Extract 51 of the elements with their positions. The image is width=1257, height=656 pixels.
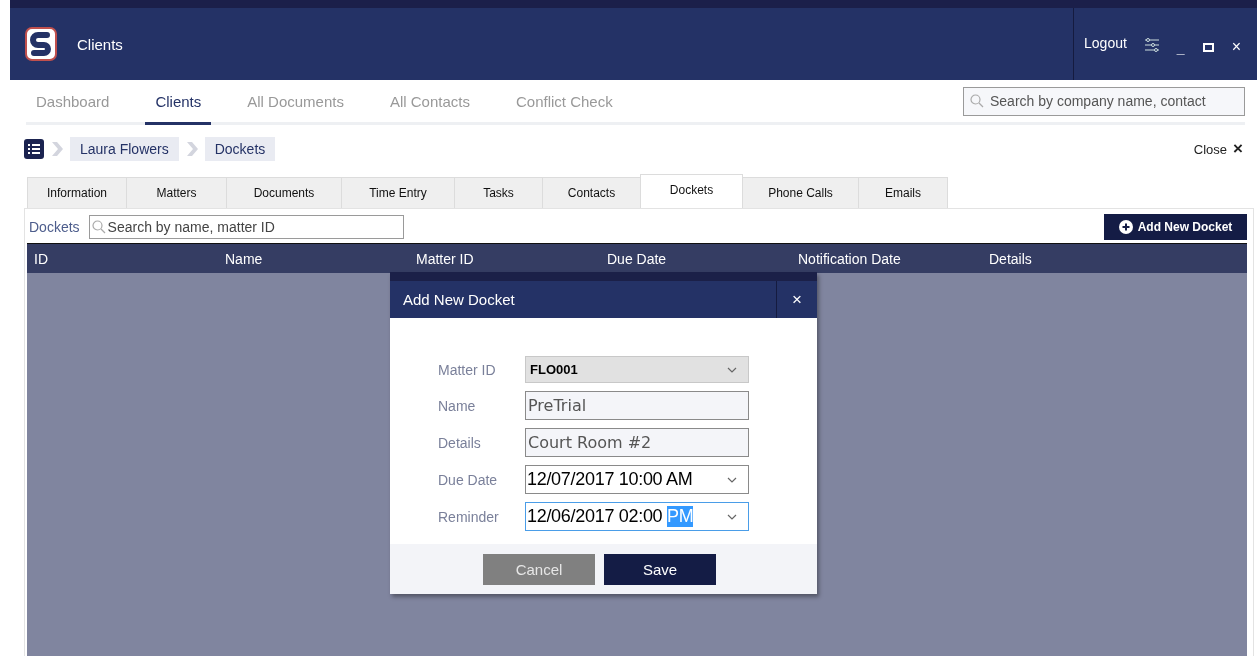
input-field[interactable]: PreTrial [525, 391, 749, 420]
column-header: Due Date [606, 250, 668, 267]
search-icon [970, 94, 984, 108]
date-time-field[interactable]: 12/07/2017 10:00 AM [525, 465, 749, 494]
field-label: Due Date [438, 471, 499, 488]
tab[interactable]: Matters [126, 177, 227, 208]
tab[interactable]: Phone Calls [742, 177, 859, 208]
add-docket-button[interactable]: Add New Docket [1104, 214, 1247, 240]
chevron-icon [51, 142, 63, 156]
tab[interactable]: Documents [226, 177, 342, 208]
chevron-down-icon [727, 366, 737, 373]
chevron-icon [185, 142, 198, 156]
date-time-field[interactable]: 12/06/2017 02:00 PM [525, 502, 749, 531]
maximize-icon[interactable] [1202, 43, 1214, 52]
plus-circle-icon [1118, 220, 1133, 234]
column-header: Notification Date [797, 250, 902, 267]
logo-icon [25, 27, 57, 61]
column-header: Details [988, 250, 1033, 267]
select-field[interactable]: FLO001 [525, 356, 749, 383]
save-button[interactable]: Save [604, 553, 716, 585]
section-label: Dockets [29, 219, 80, 235]
list-menu-icon[interactable] [24, 139, 44, 159]
nav-tab[interactable]: Clients [145, 80, 212, 125]
tab[interactable]: Contacts [542, 177, 641, 208]
input-field[interactable]: Court Room #2 [525, 428, 749, 457]
search-field[interactable]: Search by company name, contact [963, 86, 1245, 116]
close-button[interactable]: Close × [1193, 139, 1243, 159]
close-button[interactable]: × [1231, 38, 1241, 56]
search-field[interactable]: Search by name, matter ID [88, 215, 404, 239]
tab[interactable]: Emails [858, 177, 948, 208]
logout-button[interactable]: Logout [1084, 35, 1127, 51]
chevron-down-icon [727, 513, 737, 520]
column-header: Matter ID [415, 250, 475, 267]
column-header: ID [33, 250, 49, 267]
tab[interactable]: Information [27, 177, 127, 208]
field-label: Reminder [438, 508, 500, 525]
breadcrumb-item[interactable]: Laura Flowers [70, 137, 179, 161]
field-label: Details [438, 434, 482, 451]
chevron-down-icon [727, 476, 737, 483]
search-icon [91, 220, 106, 234]
window-title: Clients [77, 35, 123, 53]
settings-icon[interactable] [1144, 38, 1159, 52]
column-header: Name [224, 250, 264, 267]
field-label: Name [438, 397, 477, 414]
breadcrumb-item[interactable]: Dockets [204, 137, 276, 161]
tab[interactable]: Time Entry [341, 177, 455, 208]
close-button[interactable]: × [776, 281, 817, 318]
minimize-button[interactable]: _ [1176, 40, 1185, 56]
tab[interactable]: Tasks [454, 177, 543, 208]
dialog-title: Add New Docket [403, 291, 515, 308]
field-label: Matter ID [438, 361, 497, 378]
